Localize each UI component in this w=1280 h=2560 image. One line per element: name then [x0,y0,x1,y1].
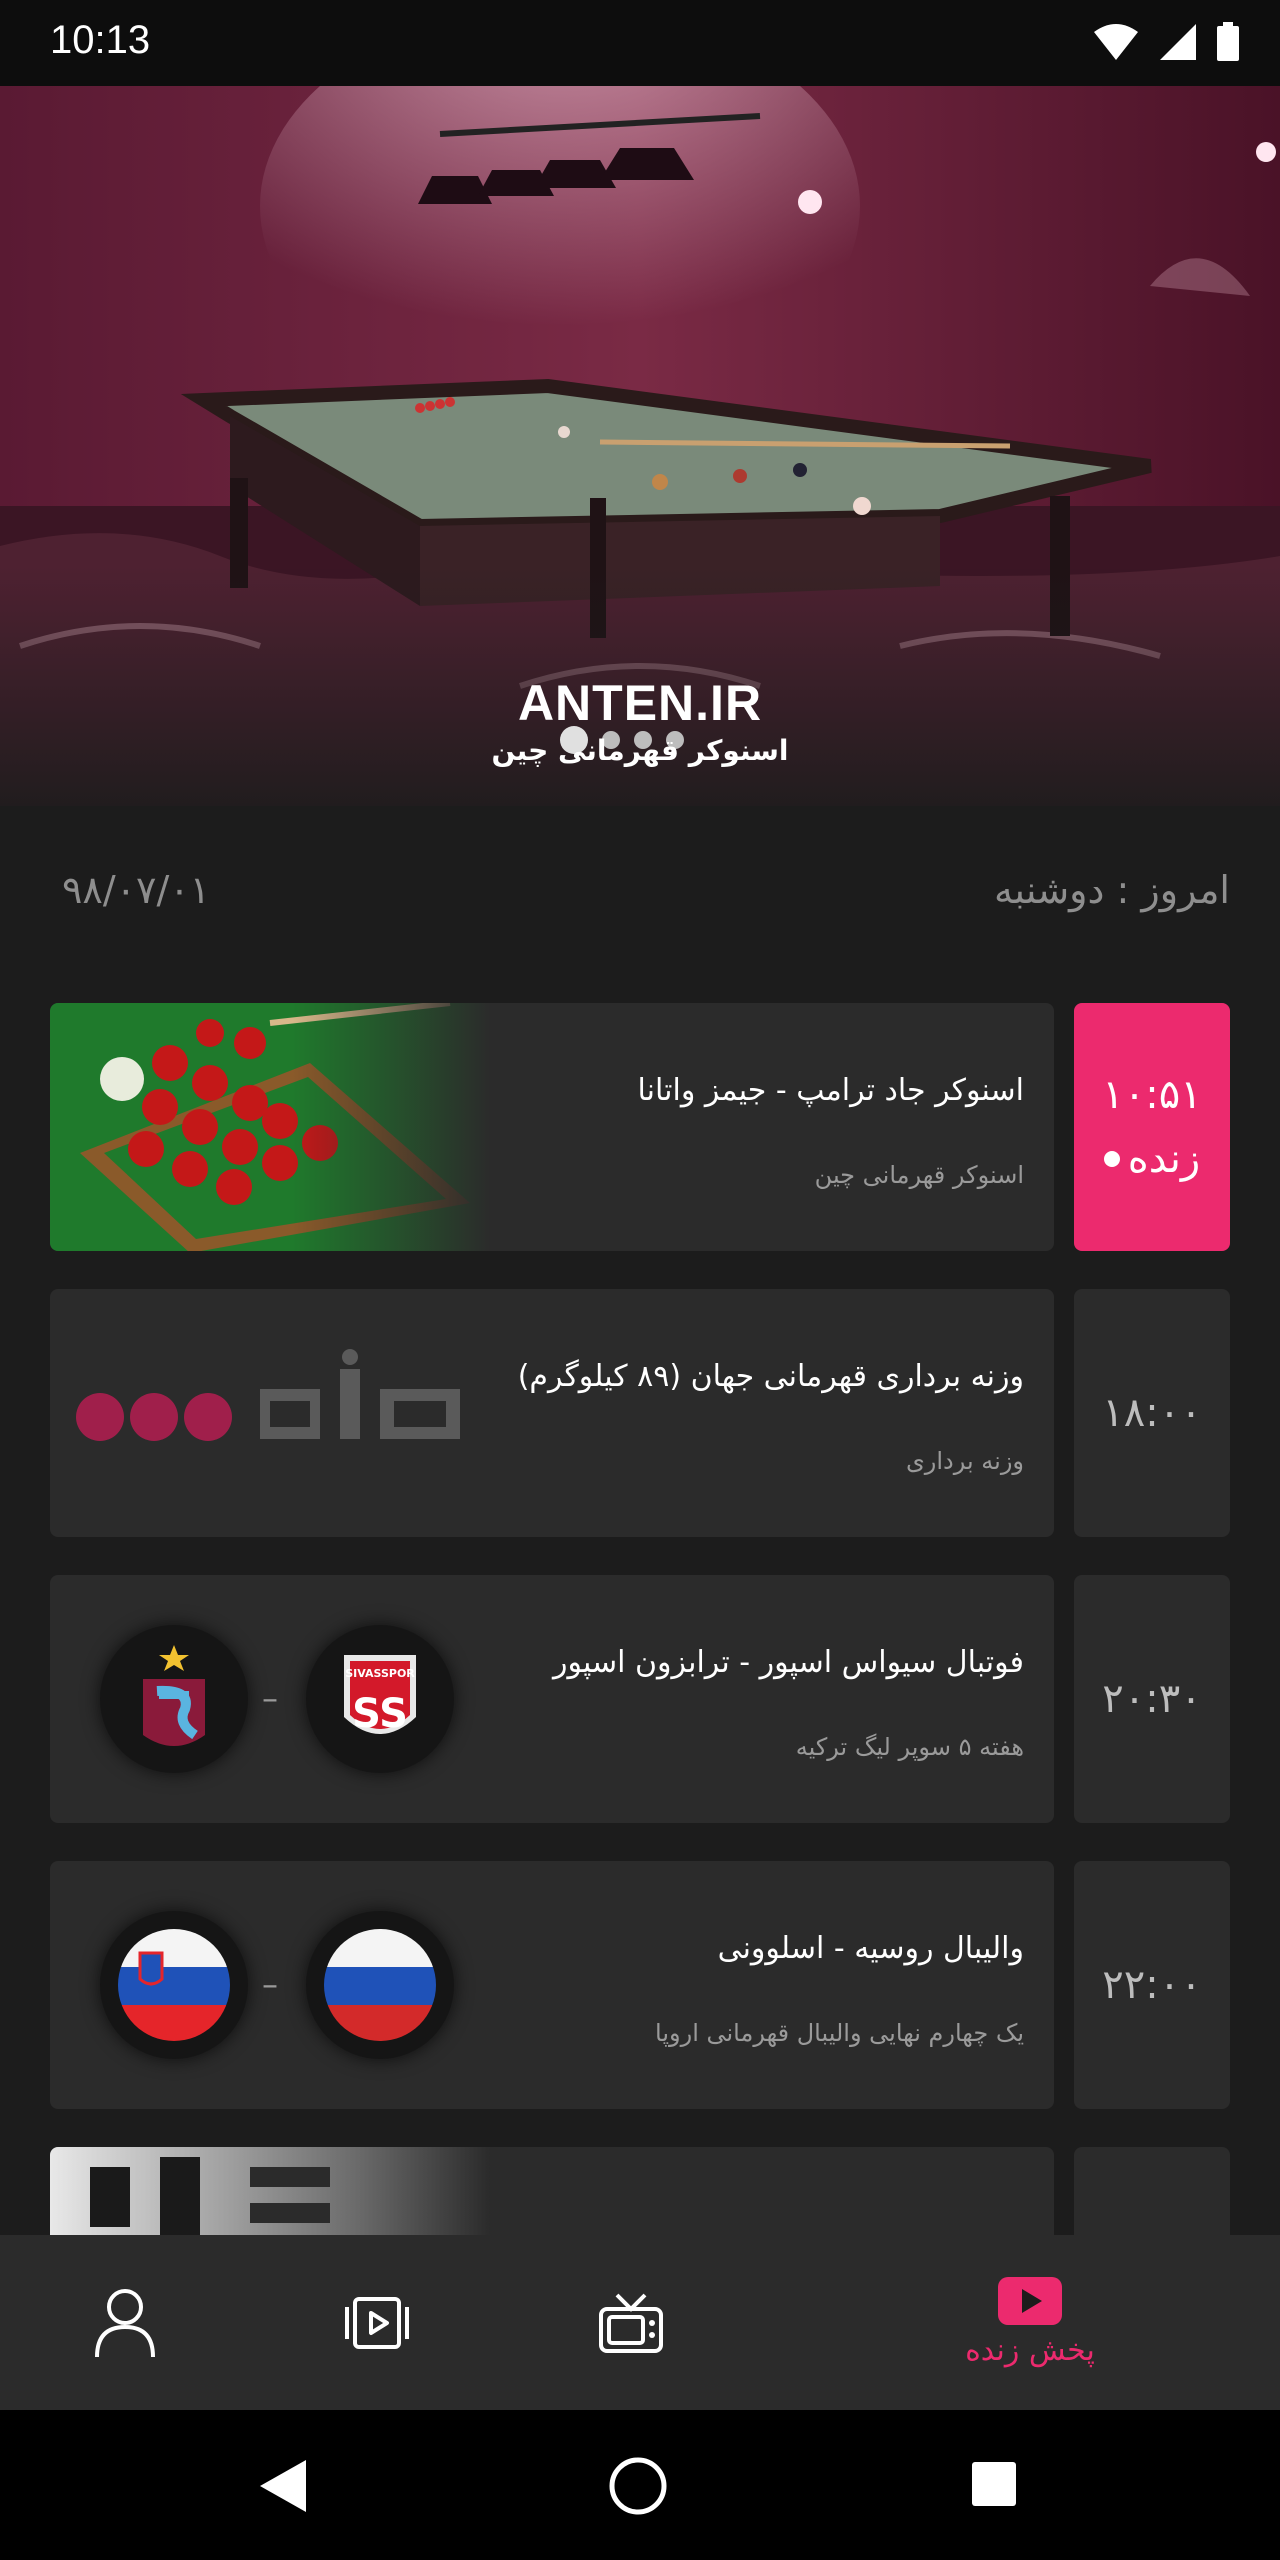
schedule-time: ۲۲:۰۰ [1102,1962,1202,2008]
home-team-logo: SIVASSPOR SS [306,1625,454,1773]
schedule-card[interactable]: – والیبال روسیه - اسلوونی یک چهارم نهایی… [50,1861,1054,2109]
live-label: زنده [1103,1136,1201,1182]
anten-logo-thumbnail [76,1349,460,1441]
svg-text:SIVASSPOR: SIVASSPOR [345,1667,415,1680]
schedule-card[interactable]: – SIVASSPOR SS فوتبال سیواس اسپور - تراب… [50,1575,1054,1823]
sivasspor-logo-icon: SIVASSPOR SS [344,1655,416,1737]
home-icon[interactable] [608,2456,668,2516]
svg-text:SS: SS [352,1691,408,1737]
hero-banner[interactable]: ANTEN.IR اسنوکر قهرمانی چین [0,86,1280,806]
videos-icon [345,2296,409,2349]
live-icon [998,2277,1062,2325]
hero-subtitle: اسنوکر قهرمانی چین [491,734,789,767]
system-navigation-bar [0,2410,1280,2560]
away-team-logo [100,1625,248,1773]
schedule-card[interactable]: وزنه برداری قهرمانی جهان (۸۹ کیلوگرم) وز… [50,1289,1054,1537]
russia-flag-icon [324,1929,436,2041]
nav-profile[interactable] [60,2235,190,2410]
schedule-title: والیبال روسیه - اسلوونی [717,1931,1024,1966]
snooker-thumbnail [50,1003,490,1251]
battery-icon [1217,22,1239,61]
status-icons [1092,22,1240,62]
schedule-subtitle: وزنه برداری [905,1447,1024,1475]
tv-icon [599,2293,663,2353]
live-text: زنده [1127,1136,1201,1182]
recents-icon[interactable] [970,2460,1018,2508]
status-time: 10:13 [50,18,151,62]
status-bar: 10:13 [0,0,1280,86]
schedule-time: ۱۸:۰۰ [1102,1390,1202,1436]
vs-separator: – [262,1965,278,2003]
partial-thumbnail [50,2147,490,2235]
live-dot-icon [1103,1151,1120,1167]
schedule-title: وزنه برداری قهرمانی جهان (۸۹ کیلوگرم) [517,1359,1024,1394]
time-badge: ۲۲:۰۰ [1074,1861,1230,2109]
date-row: امروز : دوشنبه ۹۸/۰۷/۰۱ [50,868,1230,928]
vs-separator: – [262,1679,278,1717]
today-label: امروز : دوشنبه [994,868,1230,912]
schedule-item[interactable] [50,2147,1230,2235]
time-badge [1074,2147,1230,2235]
nav-tv[interactable] [566,2235,696,2410]
time-badge: ۱۸:۰۰ [1074,1289,1230,1537]
home-team-logo [306,1911,454,2059]
today-date: ۹۸/۰۷/۰۱ [62,868,211,912]
schedule-title: اسنوکر جاد ترامپ - جیمز واتانا [637,1073,1024,1108]
schedule-subtitle: هفته ۵ سوپر لیگ ترکیه [795,1733,1024,1761]
schedule-subtitle: اسنوکر قهرمانی چین [814,1161,1024,1189]
bottom-navigation: پخش زنده [0,2235,1280,2410]
profile-icon [95,2288,155,2357]
schedule-card[interactable] [50,2147,1054,2235]
away-team-logo [100,1911,248,2059]
schedule-title: فوتبال سیواس اسپور - ترابزون اسپور [552,1645,1024,1680]
nav-videos[interactable] [312,2235,442,2410]
signal-icon [1160,24,1196,60]
schedule-time: ۲۰:۳۰ [1102,1676,1202,1722]
time-badge: ۲۰:۳۰ [1074,1575,1230,1823]
wifi-icon [1094,24,1138,60]
hero-logo: ANTEN.IR [517,675,763,731]
slovenia-flag-icon [118,1929,230,2041]
schedule-item[interactable]: وزنه برداری قهرمانی جهان (۸۹ کیلوگرم) وز… [50,1289,1230,1537]
schedule-item[interactable]: – والیبال روسیه - اسلوونی یک چهارم نهایی… [50,1861,1230,2109]
schedule-time: ۱۰:۵۱ [1102,1072,1202,1118]
schedule-list[interactable]: اسنوکر جاد ترامپ - جیمز واتانا اسنوکر قه… [50,1003,1230,2235]
schedule-card[interactable]: اسنوکر جاد ترامپ - جیمز واتانا اسنوکر قه… [50,1003,1054,1251]
trabzonspor-logo-icon [143,1645,205,1746]
schedule-item[interactable]: اسنوکر جاد ترامپ - جیمز واتانا اسنوکر قه… [50,1003,1230,1251]
nav-live[interactable]: پخش زنده [930,2235,1130,2410]
schedule-item[interactable]: – SIVASSPOR SS فوتبال سیواس اسپور - تراب… [50,1575,1230,1823]
back-icon[interactable] [256,2458,310,2514]
schedule-subtitle: یک چهارم نهایی والیبال قهرمانی اروپا [655,2019,1024,2047]
live-time-badge: ۱۰:۵۱ زنده [1074,1003,1230,1251]
nav-live-label: پخش زنده [965,2333,1095,2368]
